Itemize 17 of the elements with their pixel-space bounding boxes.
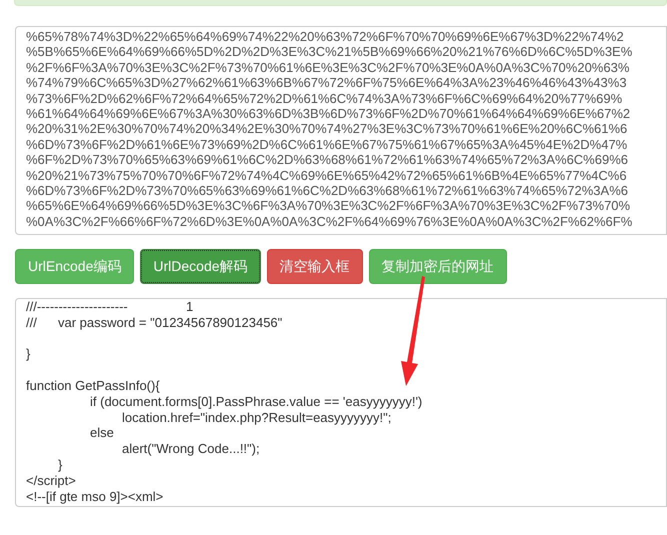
- code-line: alert("Wrong Code...!!");: [121, 441, 260, 457]
- action-button[interactable]: UrlDecode解码: [140, 249, 261, 284]
- action-button[interactable]: 清空输入框: [266, 249, 363, 284]
- code-line: /// var password = "01234567890123456": [26, 314, 282, 331]
- code-line: function GetPassInfo(){: [26, 378, 160, 394]
- action-button[interactable]: UrlEncode编码: [15, 249, 134, 284]
- code-line: else: [89, 425, 114, 442]
- code-line: if (document.forms[0].PassPhrase.value == 'easyyyyyyy!'): [89, 394, 422, 410]
- code-line: }: [26, 346, 30, 362]
- code-line: </script>: [26, 472, 76, 489]
- code-line: }: [57, 456, 62, 473]
- input-field[interactable]: %65%78%74%3D%22%65%64%69%74%22%20%63%72%6F%70%70%69%6E%67%3D%22%74%2 %5B%65%6E%64%69%66%5D%2D%2D%3E%3C%21%5B%69%66%20%21%76%6D%6C%5D%3E% %2F%6F%3A%70%3E%3C%2F%73%70%61%6E%3E%3C%2F%70%3E%0A%0A%3C%70%20%63% %74%79%6C%65%3D%27%62%61%63%6B%67%72%6F%75%6E%64%3A%23%46%46%43%43%3 %73%6F%2D%62%6F%72%64%65%72%2D%61%6C%74%3A%73%6F%6C%69%64%20%77%69% %61%64%64%69%6E%67%3A%30%63%6D%3B%6D%73%6F%2D%70%61%64%64%69%6E%67%2 %20%31%2E%30%70%74%20%34%2E%30%70%74%27%3E%3C%73%70%61%6E%20%6C%61%6 %6D%73%6F%2D%61%6E%73%69%2D%6C%61%6E%67%75%61%67%65%3A%45%4E%2D%47% %6F%2D%73%70%65%63%69%61%6C%2D%63%68%61%72%61%63%74%65%72%3A%6C%69%6 %20%21%73%75%70%70%6F%72%74%4C%69%6E%65%42%72%65%61%6B%4E%65%77%4C%6 %6D%73%6F%2D%73%70%65%63%69%61%6C%2D%63%68%61%72%61%63%74%65%72%3A%6 %65%6E%64%69%66%5D%3E%3C%6F%3A%70%3E%3C%2F%6F%3A%70%3E%3C%2F%73%70% %0A%3C%2F%66%6F%72%6D%3E%0A%0A%3C%2F%64%69%76%3E%0A%0A%3C%2F%62%6F%: [15, 26, 667, 235]
- code-line: ///--------------------- 1: [26, 299, 194, 315]
- output-field[interactable]: [15, 298, 667, 507]
- code-line: <!--[if gte mso 9]><xml>: [26, 488, 164, 504]
- code-line: location.href="index.php?Result=easyyyyyyy!";: [121, 410, 392, 426]
- action-button[interactable]: 复制加密后的网址: [368, 249, 507, 284]
